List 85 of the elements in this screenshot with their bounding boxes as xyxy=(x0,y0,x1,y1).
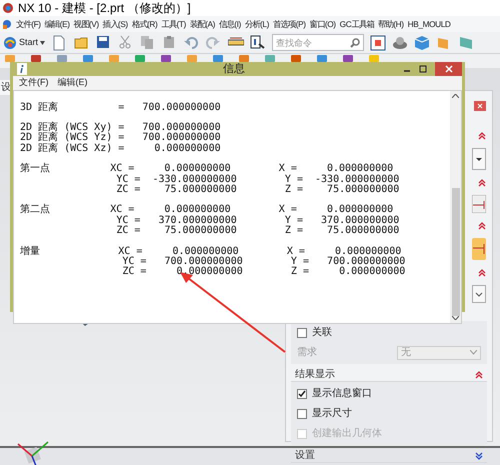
output-line: 3D 距离 = 700.000000000 xyxy=(20,102,221,113)
render-style-icon[interactable] xyxy=(392,34,408,50)
app-menu-icon[interactable] xyxy=(2,19,12,29)
info-icon[interactable] xyxy=(250,34,266,50)
tool-icon[interactable] xyxy=(212,54,224,62)
close-button[interactable] xyxy=(435,62,462,76)
output-line: 2D 距离 (WCS Xz) = 0.000000000 xyxy=(20,144,221,154)
checkbox-label: 创建输出几何体 xyxy=(312,426,382,441)
menu-item[interactable]: 编辑(E) xyxy=(44,18,70,30)
close-icon[interactable] xyxy=(474,101,486,111)
menu-item[interactable]: 首选项(P) xyxy=(272,18,306,30)
undo-icon[interactable] xyxy=(184,34,200,50)
tool-icon[interactable] xyxy=(160,54,172,62)
vector-icon[interactable] xyxy=(472,238,486,260)
output-line: 2D 距离 (WCS Xy) = 700.000000000 xyxy=(20,122,221,133)
window-title: NX 10 - 建模 - [2.prt （修改的）] xyxy=(18,0,191,17)
collapse-icon xyxy=(475,370,483,378)
chevron-icon[interactable] xyxy=(478,221,486,230)
menu-item[interactable]: 视图(V) xyxy=(74,18,99,30)
search-field[interactable]: 查找命令 xyxy=(272,34,364,51)
output-line: 第一点 XC = 0.000000000 X = 0.000000000 xyxy=(20,164,394,174)
menu-item[interactable]: GC工具箱 xyxy=(340,18,374,30)
output-line: YC = 700.000000000 Y = 700.000000000 xyxy=(121,256,406,267)
cube-icon[interactable] xyxy=(414,34,430,50)
scroll-down-icon xyxy=(452,316,459,320)
chevron-icon[interactable] xyxy=(478,131,486,140)
checkbox[interactable] xyxy=(297,388,307,398)
menu-item[interactable]: 文件(F) xyxy=(16,18,41,30)
menu-item[interactable]: 插入(S) xyxy=(102,18,128,30)
checkbox[interactable] xyxy=(297,408,307,418)
tool-icon[interactable] xyxy=(30,54,42,62)
chevron-icon[interactable] xyxy=(478,178,486,187)
globe-icon xyxy=(3,36,17,50)
section-header[interactable]: 设置 xyxy=(291,448,487,463)
menu-item[interactable]: 格式(R) xyxy=(132,18,158,30)
output-line: ZC = 75.000000000 Z = 75.000000000 xyxy=(115,226,400,237)
window-title: 信息 xyxy=(223,62,245,77)
tool-icon[interactable] xyxy=(82,54,94,62)
tool-icon[interactable] xyxy=(238,54,250,62)
scroll-up-icon xyxy=(452,94,459,98)
checkbox-label: 显示信息窗口 xyxy=(312,386,372,401)
folder-icon[interactable] xyxy=(74,34,90,50)
tool-icon[interactable] xyxy=(56,54,68,62)
scrollbar-thumb[interactable] xyxy=(452,188,460,316)
shading-icon[interactable] xyxy=(458,34,474,50)
output-line: ZC = 0.000000000 Z = 0.000000000 xyxy=(121,267,406,278)
menu-item[interactable]: 窗口(O) xyxy=(310,18,336,30)
menu-item[interactable]: 工具(T) xyxy=(161,18,186,30)
tool-icon[interactable] xyxy=(316,54,328,62)
menu-item[interactable]: 装配(A) xyxy=(190,18,215,30)
menu-item[interactable]: 信息(I) xyxy=(219,18,241,30)
checkbox-label: 关联 xyxy=(312,326,332,340)
chevron-icon[interactable] xyxy=(478,268,486,277)
menu-item[interactable]: 分析(L) xyxy=(244,18,269,30)
checkbox-label: 显示尺寸 xyxy=(312,406,352,421)
tool-icon[interactable] xyxy=(290,54,302,62)
output-line: YC = -330.000000000 Y = -330.000000000 xyxy=(115,174,400,185)
tool-icon[interactable] xyxy=(134,54,146,62)
checkbox[interactable] xyxy=(297,328,307,338)
caret-icon xyxy=(470,350,477,355)
search-icon[interactable] xyxy=(350,38,360,48)
fit-view-icon[interactable] xyxy=(370,34,386,50)
output-line: ZC = 75.000000000 Z = 75.000000000 xyxy=(115,184,400,196)
tool-icon[interactable] xyxy=(342,54,354,62)
output-line: 第二点 XC = 0.000000000 X = 0.000000000 xyxy=(20,205,394,216)
field-label: 需求 xyxy=(297,346,317,360)
menu-item[interactable]: 文件(F) xyxy=(19,76,48,90)
dropdown: 无 xyxy=(397,346,481,360)
caret-icon xyxy=(40,40,46,44)
dropdown-icon[interactable] xyxy=(472,148,486,170)
app-logo-icon xyxy=(2,2,14,14)
expand-icon xyxy=(475,450,483,460)
tool-icon[interactable] xyxy=(264,54,276,62)
output-line: 2D 距离 (WCS Yz) = 700.000000000 xyxy=(20,133,221,144)
scrollbar[interactable] xyxy=(450,90,461,322)
maximize-icon[interactable] xyxy=(419,65,427,73)
menu-item[interactable]: 帮助(H) xyxy=(378,18,404,30)
close-icon xyxy=(444,65,452,73)
menu-item[interactable]: 编辑(E) xyxy=(58,76,88,90)
dropdown-icon[interactable] xyxy=(472,285,486,303)
output-line: YC = 370.000000000 Y = 370.000000000 xyxy=(115,216,400,226)
menu-item[interactable]: HB_MOULD xyxy=(408,18,451,30)
output-line: 增量 XC = 0.000000000 X = 0.000000000 xyxy=(20,246,402,257)
start-button[interactable]: Start xyxy=(2,34,46,52)
vector-icon[interactable] xyxy=(472,195,486,213)
